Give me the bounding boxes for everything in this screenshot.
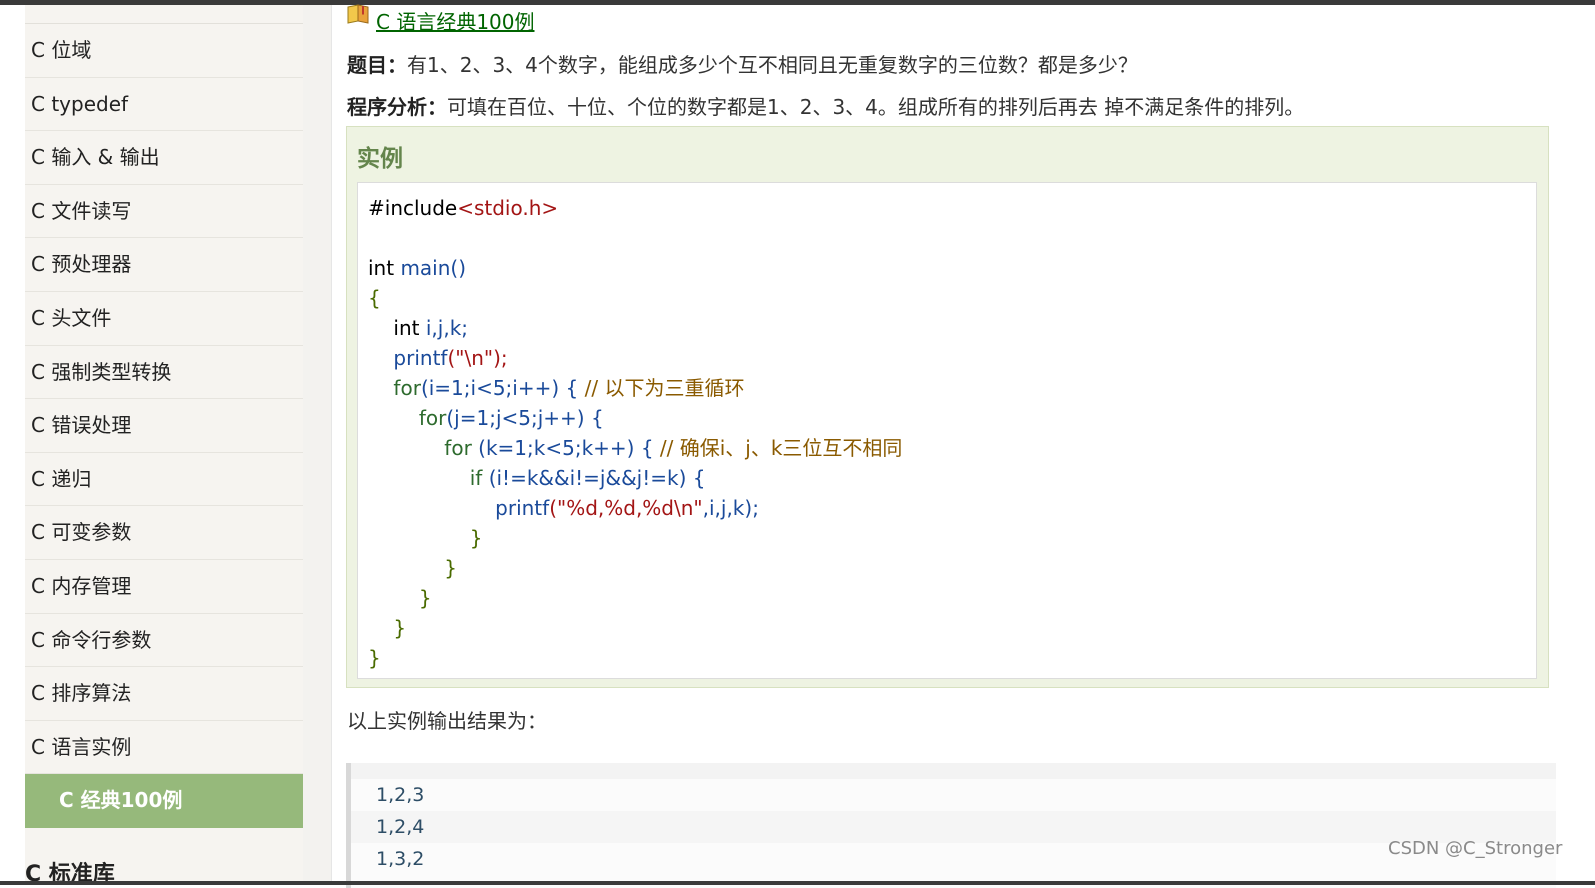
window-bottom-edge — [0, 881, 1595, 885]
sidebar-item-recursion[interactable]: C 递归 — [25, 453, 303, 507]
code-line: #include<stdio.h> — [368, 196, 559, 220]
sidebar-item-type-casting[interactable]: C 强制类型转换 — [25, 346, 303, 400]
sidebar-item-input-output[interactable]: C 输入 & 输出 — [25, 131, 303, 185]
sidebar-item-error-handling[interactable]: C 错误处理 — [25, 399, 303, 453]
code-line: if (i!=k&&i!=j&&j!=k) { — [368, 466, 706, 490]
problem-statement: 题目：有1、2、3、4个数字，能组成多少个互不相同且无重复数字的三位数？都是多少… — [347, 49, 1138, 78]
output-top-stripe — [351, 763, 1556, 779]
code-line: } — [368, 586, 432, 610]
output-block[interactable]: 1,2,3 1,2,4 1,3,2 — [346, 763, 1556, 888]
sidebar: C 位域 C typedef C 输入 & 输出 C 文件读写 C 预处理器 C… — [25, 5, 303, 881]
code-line: for(i=1;i<5;i++) { // 以下为三重循环 — [368, 376, 745, 400]
sidebar-item-sorting[interactable]: C 排序算法 — [25, 667, 303, 721]
code-line: for (k=1;k<5;k++) { // 确保i、j、k三位互不相同 — [368, 436, 903, 460]
sidebar-item-bit-fields[interactable]: C 位域 — [25, 24, 303, 78]
output-label: 以上实例输出结果为： — [347, 709, 547, 733]
breadcrumb-link-classic-100[interactable]: C 语言经典100例 — [376, 6, 535, 35]
sidebar-section-standard-library[interactable]: C 标准库 — [25, 856, 303, 881]
code-line: printf("%d,%d,%d\n",i,j,k); — [368, 496, 759, 520]
sidebar-item-cli-args[interactable]: C 命令行参数 — [25, 614, 303, 668]
example-title: 实例 — [357, 146, 403, 172]
sidebar-item-memory[interactable]: C 内存管理 — [25, 560, 303, 614]
sidebar-item-preprocessor[interactable]: C 预处理器 — [25, 238, 303, 292]
output-line: 1,2,4 — [351, 811, 1556, 843]
code-line: printf("\n"); — [368, 346, 508, 370]
analysis-label: 程序分析： — [347, 95, 447, 119]
sidebar-item-typedef[interactable]: C typedef — [25, 78, 303, 132]
code-line: } — [368, 556, 458, 580]
code-line: } — [368, 616, 407, 640]
example-box: 实例 #include<stdio.h> int main() { int i,j,… — [346, 126, 1549, 688]
problem-text: 有1、2、3、4个数字，能组成多少个互不相同且无重复数字的三位数？都是多少？ — [407, 53, 1138, 77]
watermark: CSDN @C_Stronger — [1388, 838, 1563, 859]
main-content: C 语言经典100例 题目：有1、2、3、4个数字，能组成多少个互不相同且无重复… — [332, 3, 1582, 888]
problem-label: 题目： — [347, 53, 407, 77]
output-line: 1,2,3 — [376, 784, 425, 806]
sidebar-item-header-files[interactable]: C 头文件 — [25, 292, 303, 346]
left-gutter — [0, 5, 25, 881]
sidebar-item-examples[interactable]: C 语言实例 — [25, 721, 303, 775]
analysis-text: 可填在百位、十位、个位的数字都是1、2、3、4。组成所有的排列后再去 掉不满足条… — [447, 95, 1305, 119]
program-analysis: 程序分析：可填在百位、十位、个位的数字都是1、2、3、4。组成所有的排列后再去 … — [347, 91, 1304, 120]
sidebar-item-variadic[interactable]: C 可变参数 — [25, 506, 303, 560]
code-line: int i,j,k; — [368, 316, 469, 340]
code-line: int main() — [368, 256, 467, 280]
sidebar-item-classic-100[interactable]: C 经典100例 — [25, 774, 303, 828]
breadcrumb: C 语言经典100例 — [346, 3, 535, 35]
code-block[interactable]: #include<stdio.h> int main(){ int i,j,k; … — [357, 182, 1537, 679]
sidebar-item-file-io[interactable]: C 文件读写 — [25, 185, 303, 239]
output-line: 1,3,2 — [376, 848, 425, 870]
code-line: } — [368, 646, 381, 670]
book-icon — [346, 3, 370, 25]
code-line: } — [368, 526, 483, 550]
sidebar-item-partial-top[interactable] — [25, 5, 303, 24]
sidebar-divider — [303, 5, 332, 881]
code-line: { — [368, 286, 381, 310]
code-line: for(j=1;j<5;j++) { — [368, 406, 604, 430]
